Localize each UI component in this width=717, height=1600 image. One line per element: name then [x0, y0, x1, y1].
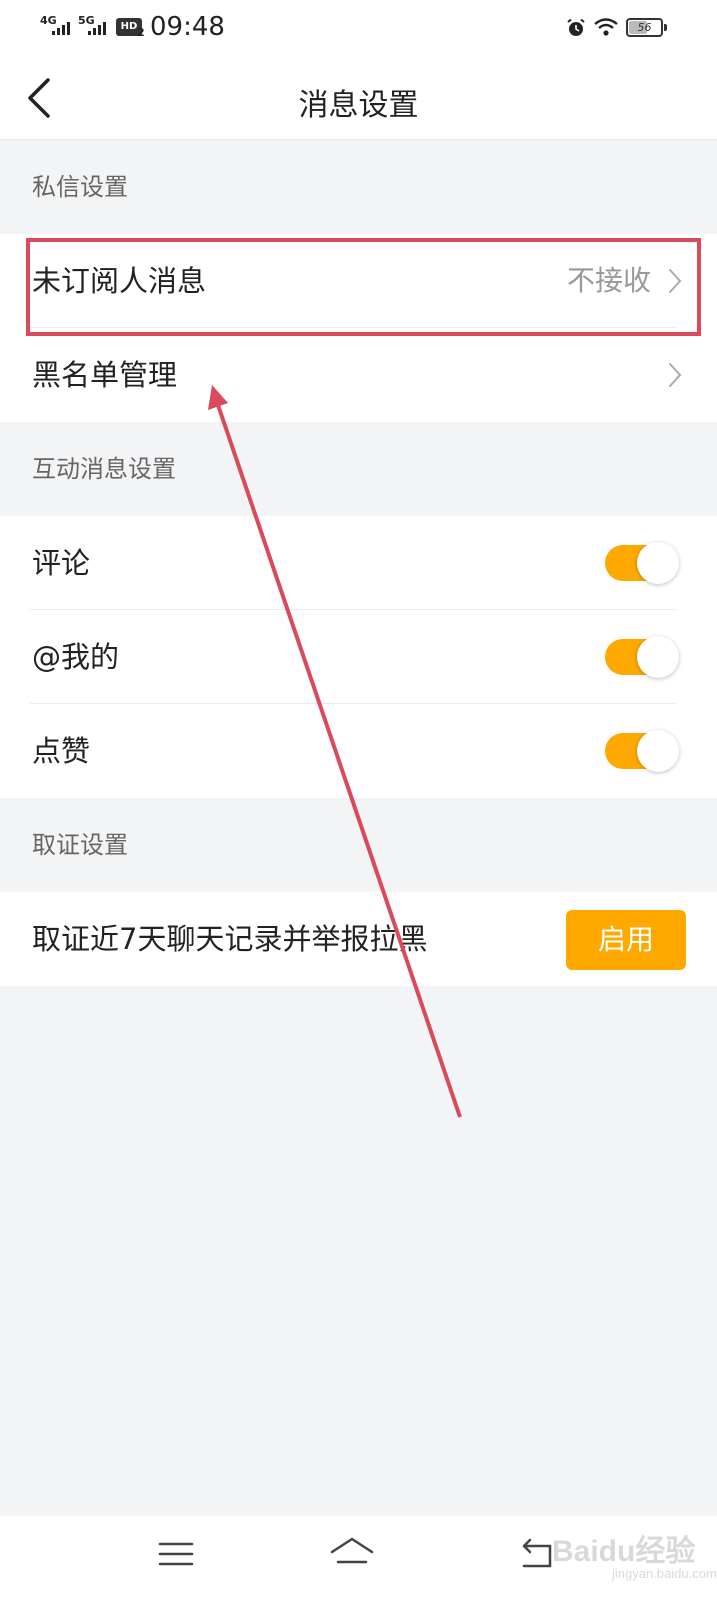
row-label: @我的 — [32, 640, 120, 674]
row-label: 未订阅人消息 — [32, 264, 207, 298]
toggle-knob — [637, 730, 679, 772]
toggle-knob — [637, 542, 679, 584]
comment-toggle[interactable] — [605, 542, 679, 584]
row-value: 不接收 — [566, 264, 651, 297]
mention-row: @我的 — [0, 610, 717, 704]
section-header-evidence: 取证设置 — [32, 831, 128, 859]
chevron-right-icon — [669, 363, 682, 387]
nav-bar: 消息设置 — [0, 56, 717, 140]
unsubscribed-messages-row[interactable]: 未订阅人消息 不接收 — [0, 234, 717, 328]
enable-button[interactable]: 启用 — [566, 910, 686, 970]
mention-toggle[interactable] — [605, 636, 679, 678]
bottom-nav-bar — [0, 1516, 717, 1600]
alarm-icon — [567, 18, 585, 36]
toggle-knob — [637, 636, 679, 678]
row-label: 评论 — [32, 546, 91, 580]
wifi-icon — [594, 18, 618, 36]
row-label: 点赞 — [32, 734, 91, 768]
home-icon[interactable] — [328, 1536, 376, 1572]
hd-sub-label: 2 — [137, 26, 145, 39]
clock: 09:48 — [150, 12, 225, 42]
section-header-private: 私信设置 — [32, 173, 128, 201]
signal-bars-icon — [52, 22, 70, 35]
like-row: 点赞 — [0, 704, 717, 798]
blacklist-row[interactable]: 黑名单管理 — [0, 328, 717, 422]
page-title: 消息设置 — [298, 88, 419, 123]
back-icon[interactable] — [518, 1538, 558, 1572]
signal-bars-icon — [88, 22, 106, 35]
battery-icon: 56 — [626, 18, 667, 37]
row-label: 取证近7天聊天记录并举报拉黑 — [32, 922, 428, 956]
menu-icon[interactable] — [158, 1538, 194, 1570]
comment-row: 评论 — [0, 516, 717, 610]
chevron-right-icon — [669, 269, 682, 293]
section-header-interaction: 互动消息设置 — [32, 455, 176, 483]
row-label: 黑名单管理 — [32, 358, 178, 392]
battery-level: 56 — [637, 21, 652, 34]
status-bar: 4G 5G HD 2 09:48 56 — [0, 0, 717, 56]
like-toggle[interactable] — [605, 730, 679, 772]
evidence-row: 取证近7天聊天记录并举报拉黑 启用 — [0, 892, 717, 986]
